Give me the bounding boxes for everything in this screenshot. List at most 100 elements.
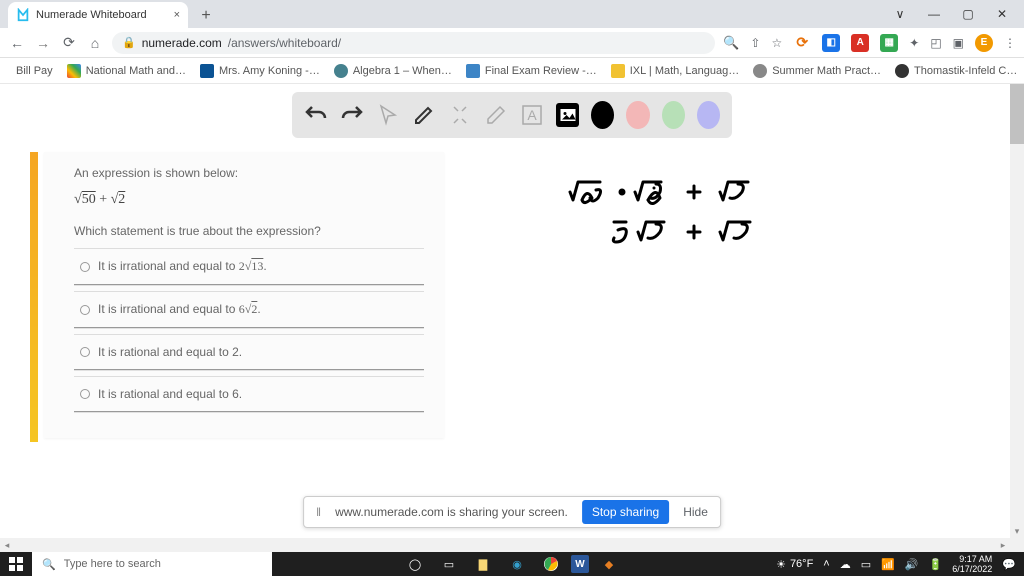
browser-tab[interactable]: Numerade Whiteboard × [8, 2, 188, 28]
taskbar-word-icon[interactable]: W [571, 555, 589, 573]
taskbar-chrome-icon[interactable] [537, 552, 565, 576]
window-minimize-button[interactable]: — [926, 7, 942, 21]
taskbar-edge-icon[interactable]: ◉ [503, 552, 531, 576]
bookmark-item[interactable]: Bill Pay [16, 65, 53, 77]
svg-text:A: A [527, 107, 537, 123]
tray-battery-icon[interactable]: 🔋 [929, 558, 943, 571]
search-placeholder: Type here to search [64, 558, 161, 570]
bookmark-item[interactable]: Summer Math Pract… [753, 64, 881, 78]
tray-volume-icon[interactable]: 🔊 [905, 558, 919, 571]
windows-taskbar: 🔍 Type here to search ◯ ▭ ▇ ◉ W ◆ ☀76°F … [0, 552, 1024, 576]
tray-notifications-icon[interactable]: 💬 [1002, 558, 1016, 571]
scroll-right-icon[interactable]: ▸ [996, 538, 1010, 552]
window-maximize-button[interactable]: ▢ [960, 7, 976, 21]
pointer-tool[interactable] [376, 101, 400, 129]
extension-adobe-icon[interactable]: A [851, 34, 869, 52]
tray-meet-icon[interactable]: ▭ [861, 558, 871, 571]
bookmark-favicon-icon [334, 64, 348, 78]
window-controls: ∨ — ▢ ✕ [892, 0, 1024, 28]
tab-close-icon[interactable]: × [174, 9, 180, 21]
taskbar-tray: ☀76°F ˄ ☁ ▭ 📶 🔊 🔋 9:17 AM 6/17/2022 💬 [776, 554, 1024, 574]
cast-icon[interactable]: ◰ [930, 36, 941, 50]
text-tool[interactable]: A [520, 101, 544, 129]
bookmark-item[interactable]: Thomastik-Infeld C… [895, 64, 1017, 78]
question-expression: √50 + √2 [74, 192, 424, 208]
bookmark-star-icon[interactable]: ☆ [771, 36, 782, 50]
undo-button[interactable] [304, 101, 328, 129]
taskbar-search[interactable]: 🔍 Type here to search [32, 552, 272, 576]
stop-sharing-button[interactable]: Stop sharing [582, 500, 669, 524]
horizontal-scrollbar[interactable]: ◂ ▸ [0, 538, 1010, 552]
option-row[interactable]: It is rational and equal to 6. [74, 376, 424, 412]
address-bar-row: ← → ⟳ ⌂ 🔒 numerade.com/answers/whiteboar… [0, 28, 1024, 58]
search-icon[interactable]: 🔍 [723, 35, 739, 51]
bookmark-item[interactable]: IXL | Math, Languag… [611, 64, 739, 78]
eraser-tool[interactable] [484, 101, 508, 129]
taskbar-apps: ◯ ▭ ▇ ◉ W ◆ [401, 552, 623, 576]
extensions-puzzle-icon[interactable]: ✦ [909, 36, 919, 50]
lock-icon: 🔒 [122, 36, 136, 49]
taskbar-clock[interactable]: 9:17 AM 6/17/2022 [952, 554, 992, 574]
hide-share-button[interactable]: Hide [683, 505, 708, 519]
bookmark-favicon-icon [611, 64, 625, 78]
nav-back-button[interactable]: ← [8, 35, 26, 51]
profile-avatar[interactable]: E [975, 34, 993, 52]
start-button[interactable] [0, 557, 32, 571]
share-pause-icon[interactable]: ‖ [316, 505, 321, 519]
bookmark-favicon-icon [753, 64, 767, 78]
handwriting-area[interactable] [560, 174, 820, 294]
redo-button[interactable] [340, 101, 364, 129]
bookmark-favicon-icon [200, 64, 214, 78]
nav-reload-button[interactable]: ⟳ [60, 34, 78, 51]
taskbar-app-icon[interactable]: ◆ [595, 552, 623, 576]
bookmark-item[interactable]: Algebra 1 – When… [334, 64, 452, 78]
vertical-scrollbar[interactable]: ▴ ▾ [1010, 84, 1024, 552]
option-row[interactable]: It is irrational and equal to 6√2. [74, 291, 424, 328]
bookmark-item[interactable]: Final Exam Review -… [466, 64, 597, 78]
chrome-menu-icon[interactable]: ⋮ [1004, 36, 1016, 50]
radio-icon[interactable] [80, 347, 90, 357]
color-green[interactable] [662, 101, 685, 129]
color-black[interactable] [591, 101, 614, 129]
share-icon[interactable]: ⇧ [750, 36, 760, 50]
tray-chevron-icon[interactable]: ˄ [823, 558, 829, 570]
extension-icon-2[interactable]: ◧ [822, 34, 840, 52]
window-close-button[interactable]: ✕ [994, 7, 1010, 21]
image-tool[interactable] [556, 103, 579, 127]
taskbar-cortana-icon[interactable]: ◯ [401, 552, 429, 576]
new-tab-button[interactable]: + [194, 4, 218, 28]
nav-home-button[interactable]: ⌂ [86, 35, 104, 51]
taskbar-taskview-icon[interactable]: ▭ [435, 552, 463, 576]
option-row[interactable]: It is rational and equal to 2. [74, 334, 424, 370]
screen-share-bar: ‖ www.numerade.com is sharing your scree… [303, 496, 721, 528]
pen-tool[interactable] [412, 101, 436, 129]
panel-accent-bar [30, 152, 38, 442]
taskbar-explorer-icon[interactable]: ▇ [469, 552, 497, 576]
extension-icon-1[interactable]: ⟳ [793, 34, 811, 52]
question-which: Which statement is true about the expres… [74, 224, 424, 238]
extension-icon-3[interactable]: ▦ [880, 34, 898, 52]
color-pink[interactable] [626, 101, 649, 129]
color-purple[interactable] [697, 101, 720, 129]
weather-widget[interactable]: ☀76°F [776, 558, 813, 571]
numerade-favicon-icon [16, 8, 30, 22]
tray-onedrive-icon[interactable]: ☁ [840, 558, 851, 571]
scroll-left-icon[interactable]: ◂ [0, 538, 14, 552]
sidepanel-icon[interactable]: ▣ [953, 36, 964, 50]
scroll-down-icon[interactable]: ▾ [1010, 524, 1024, 538]
radio-icon[interactable] [80, 389, 90, 399]
tray-wifi-icon[interactable]: 📶 [881, 558, 895, 571]
option-row[interactable]: It is irrational and equal to 2√13. [74, 248, 424, 285]
radio-icon[interactable] [80, 262, 90, 272]
url-host: numerade.com [142, 36, 222, 50]
window-dropdown-icon[interactable]: ∨ [892, 7, 908, 21]
bookmark-favicon-icon [895, 64, 909, 78]
url-bar[interactable]: 🔒 numerade.com/answers/whiteboard/ [112, 32, 715, 54]
nav-forward-button[interactable]: → [34, 35, 52, 51]
tools-icon[interactable] [448, 101, 472, 129]
scrollbar-thumb[interactable] [1010, 84, 1024, 144]
radio-icon[interactable] [80, 305, 90, 315]
bookmark-item[interactable]: National Math and… [67, 64, 186, 78]
bookmark-item[interactable]: Mrs. Amy Koning -… [200, 64, 320, 78]
question-panel: An expression is shown below: √50 + √2 W… [44, 152, 444, 438]
